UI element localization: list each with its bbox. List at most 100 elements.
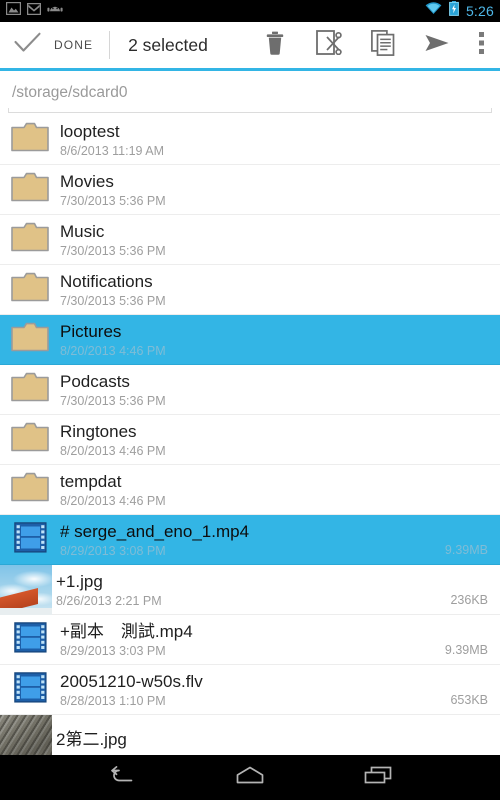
file-row[interactable]: 2第二.jpg bbox=[0, 714, 500, 755]
file-list[interactable]: looptest 8/6/2013 11:19 AM Movies 7/30/2013… bbox=[0, 115, 500, 755]
status-system-icons: 5:26 bbox=[425, 0, 494, 22]
back-button[interactable] bbox=[94, 755, 150, 800]
file-size: 653KB bbox=[450, 693, 488, 707]
android-icon bbox=[47, 2, 63, 20]
file-icon-container bbox=[8, 518, 52, 562]
action-bar-buttons bbox=[248, 22, 500, 68]
file-row[interactable]: Music 7/30/2013 5:36 PM bbox=[0, 215, 500, 265]
file-icon-container bbox=[8, 668, 52, 712]
file-name: Movies bbox=[60, 171, 114, 191]
file-row[interactable]: looptest 8/6/2013 11:19 AM bbox=[0, 115, 500, 165]
file-date: 8/6/2013 11:19 AM bbox=[60, 143, 165, 158]
file-icon-container bbox=[8, 118, 52, 162]
image-thumbnail-sky bbox=[0, 564, 52, 615]
file-size: 236KB bbox=[450, 593, 488, 607]
scissors-document-icon bbox=[316, 30, 342, 60]
file-row[interactable]: +副本 測試.mp4 8/29/2013 3:03 PM 9.39MB bbox=[0, 615, 500, 665]
done-button[interactable]: DONE bbox=[14, 32, 109, 58]
file-date: 7/30/2013 5:36 PM bbox=[60, 193, 166, 208]
copy-button[interactable] bbox=[356, 22, 410, 68]
file-date: 7/30/2013 5:36 PM bbox=[60, 243, 166, 258]
file-icon-container bbox=[8, 268, 52, 312]
folder-icon bbox=[11, 372, 49, 407]
file-text-block: Podcasts 7/30/2013 5:36 PM bbox=[60, 371, 488, 409]
file-name: 2第二.jpg bbox=[56, 730, 127, 749]
home-button[interactable] bbox=[222, 755, 278, 800]
file-date: 8/20/2013 4:46 PM bbox=[60, 343, 166, 358]
done-label: DONE bbox=[54, 38, 94, 52]
navigation-bar bbox=[0, 755, 500, 800]
path-bar[interactable]: /storage/sdcard0 bbox=[0, 71, 500, 115]
file-name: Pictures bbox=[60, 321, 122, 341]
file-name: Podcasts bbox=[60, 371, 130, 391]
overflow-button[interactable] bbox=[464, 22, 500, 68]
file-name: Ringtones bbox=[60, 421, 137, 441]
file-icon-container bbox=[0, 714, 52, 755]
gallery-icon bbox=[5, 1, 22, 20]
folder-icon bbox=[11, 122, 49, 157]
battery-charging-icon bbox=[449, 1, 459, 21]
file-name: Music bbox=[60, 221, 105, 241]
folder-icon bbox=[11, 472, 49, 507]
folder-icon bbox=[11, 222, 49, 257]
file-name: 20051210-w50s.flv bbox=[60, 671, 203, 691]
file-icon-container bbox=[0, 564, 52, 615]
file-text-block: Ringtones 8/20/2013 4:46 PM bbox=[60, 421, 488, 459]
file-date: 7/30/2013 5:36 PM bbox=[60, 293, 166, 308]
status-clock: 5:26 bbox=[465, 3, 494, 19]
file-size: 9.39MB bbox=[444, 643, 488, 657]
status-notification-icons bbox=[5, 1, 63, 20]
current-path-text: /storage/sdcard0 bbox=[12, 84, 128, 101]
recents-button[interactable] bbox=[350, 755, 406, 800]
file-row[interactable]: Ringtones 8/20/2013 4:46 PM bbox=[0, 415, 500, 465]
file-text-block: +1.jpg 8/26/2013 2:21 PM bbox=[56, 571, 440, 609]
file-name: Notifications bbox=[60, 271, 153, 291]
file-date: 7/30/2013 5:36 PM bbox=[60, 393, 166, 408]
selection-count-label: 2 selected bbox=[128, 34, 208, 55]
folder-icon bbox=[11, 172, 49, 207]
file-row[interactable]: Pictures 8/20/2013 4:46 PM bbox=[0, 315, 500, 365]
status-bar: 5:26 bbox=[0, 0, 500, 22]
folder-icon bbox=[11, 422, 49, 457]
file-icon-container bbox=[8, 368, 52, 412]
file-icon-container bbox=[8, 468, 52, 512]
file-row[interactable]: Notifications 7/30/2013 5:36 PM bbox=[0, 265, 500, 315]
send-button[interactable] bbox=[410, 22, 464, 68]
copy-documents-icon bbox=[371, 29, 395, 61]
trash-icon bbox=[265, 31, 285, 60]
file-row[interactable]: Movies 7/30/2013 5:36 PM bbox=[0, 165, 500, 215]
file-text-block: tempdat 8/20/2013 4:46 PM bbox=[60, 471, 488, 509]
file-icon-container bbox=[8, 168, 52, 212]
wifi-icon bbox=[425, 2, 442, 20]
back-icon bbox=[109, 766, 135, 789]
file-icon-container bbox=[8, 218, 52, 262]
file-row[interactable]: 20051210-w50s.flv 8/28/2013 1:10 PM 653KB bbox=[0, 665, 500, 715]
home-icon bbox=[235, 766, 265, 789]
file-row[interactable]: Podcasts 7/30/2013 5:36 PM bbox=[0, 365, 500, 415]
file-icon-container bbox=[8, 618, 52, 662]
file-name: +副本 測試.mp4 bbox=[60, 621, 193, 641]
check-icon bbox=[14, 32, 41, 58]
file-icon-container bbox=[8, 318, 52, 362]
file-text-block: 2第二.jpg bbox=[56, 729, 488, 750]
file-date: 8/28/2013 1:10 PM bbox=[60, 693, 166, 708]
file-text-block: +副本 測試.mp4 8/29/2013 3:03 PM bbox=[60, 621, 435, 659]
file-row[interactable]: # serge_and_eno_1.mp4 8/29/2013 3:08 PM 9.… bbox=[0, 515, 500, 565]
overflow-menu-icon bbox=[479, 31, 485, 60]
file-text-block: looptest 8/6/2013 11:19 AM bbox=[60, 121, 488, 159]
contextual-action-bar: DONE 2 selected bbox=[0, 22, 500, 68]
file-date: 8/20/2013 4:46 PM bbox=[60, 493, 166, 508]
cut-button[interactable] bbox=[302, 22, 356, 68]
file-name: # serge_and_eno_1.mp4 bbox=[60, 521, 250, 541]
path-underline bbox=[8, 108, 492, 113]
recents-icon bbox=[363, 766, 393, 789]
file-date: 8/29/2013 3:08 PM bbox=[60, 543, 166, 558]
android-screen: 5:26 DONE 2 selected /storage/sdcard0 lo… bbox=[0, 0, 500, 800]
folder-icon bbox=[11, 322, 49, 357]
file-text-block: Pictures 8/20/2013 4:46 PM bbox=[60, 321, 488, 359]
delete-button[interactable] bbox=[248, 22, 302, 68]
file-row[interactable]: +1.jpg 8/26/2013 2:21 PM 236KB bbox=[0, 564, 500, 615]
file-name: +1.jpg bbox=[56, 571, 103, 591]
file-row[interactable]: tempdat 8/20/2013 4:46 PM bbox=[0, 465, 500, 515]
file-text-block: # serge_and_eno_1.mp4 8/29/2013 3:08 PM bbox=[60, 521, 435, 559]
